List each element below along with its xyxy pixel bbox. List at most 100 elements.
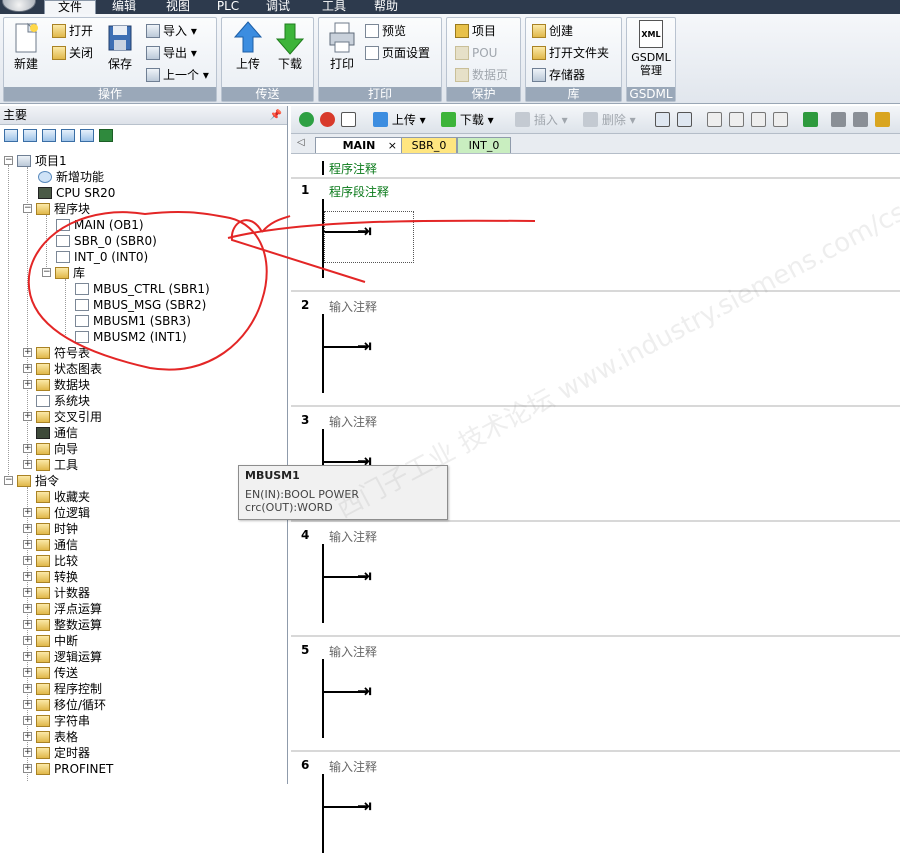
tree-data-block[interactable]: + 数据块 [23,377,90,393]
program-comment[interactable]: 程序注释 [329,160,377,177]
menu-plc[interactable]: PLC [208,0,248,14]
tree-instruction-item[interactable]: + 通信 [23,537,78,553]
tree-new-features[interactable]: 新增功能 [38,169,104,185]
open-button[interactable]: 打开 [52,22,93,40]
import-button[interactable]: 导入 ▾ [146,22,197,40]
close-button[interactable]: 关闭 [52,44,93,62]
new-button[interactable]: 新建 [10,20,42,71]
network-comment[interactable]: 输入注释 [329,298,377,315]
menu-debug[interactable]: 调试 [254,0,302,14]
view-icon-6[interactable] [99,129,113,142]
tree-instruction-item[interactable]: + 字符串 [23,713,90,729]
tree-sbr0[interactable]: SBR_0 (SBR0) [56,233,157,249]
tree-instruction-item[interactable]: + PROFINET [23,761,113,777]
collapse-icon[interactable]: − [42,268,51,277]
network-comment[interactable]: 程序段注释 [329,183,389,200]
network-comment[interactable]: 输入注释 [329,758,377,775]
protect-data-page-button[interactable]: 数据页 [455,66,508,84]
tree-instruction-item[interactable]: + 表格 [23,729,78,745]
tree-wizard[interactable]: + 向导 [23,441,78,457]
output-arrow-icon[interactable]: ⇥ [357,338,372,356]
toolbar-download-button[interactable]: 下载 ▾ [441,112,494,128]
expand-icon[interactable]: + [23,764,32,773]
expand-icon[interactable]: + [23,444,32,453]
upload-button[interactable]: 上传 [230,20,266,71]
pin-icon[interactable]: 📌 [270,106,282,125]
expand-icon[interactable]: + [23,508,32,517]
tree-instruction-item[interactable]: + 时钟 [23,521,78,537]
tab-main[interactable]: MAIN × [315,137,403,153]
tab-scroll-left-icon[interactable]: ◁ [297,137,305,148]
tree-instruction-item[interactable]: + 浮点运算 [23,601,102,617]
tab-sbr0[interactable]: SBR_0 [401,137,457,153]
tree-program-block[interactable]: − 程序块 [23,201,90,217]
download-button[interactable]: 下载 [272,20,308,71]
collapse-icon[interactable]: − [23,204,32,213]
tree-library[interactable]: − 库 [42,265,85,281]
tree-int0[interactable]: INT_0 (INT0) [56,249,148,265]
expand-icon[interactable]: + [23,700,32,709]
toolbar-upload-button[interactable]: 上传 ▾ [373,112,426,128]
tree-instruction-item[interactable]: + 计数器 [23,585,90,601]
view-icon-2[interactable] [23,129,37,142]
tree-main[interactable]: MAIN (OB1) [56,217,144,233]
toolbar-delete-button[interactable]: 删除 ▾ [583,112,636,128]
tree-tools[interactable]: + 工具 [23,457,78,473]
preview-button[interactable]: 预览 [365,22,406,40]
view-icon-3[interactable] [42,129,56,142]
box-button[interactable] [751,112,766,128]
view-icon-5[interactable] [80,129,94,142]
tree-instruction-item[interactable]: + 比较 [23,553,78,569]
tree-cross-reference[interactable]: + 交叉引用 [23,409,102,425]
protect-project-button[interactable]: 项目 [455,22,496,40]
expand-icon[interactable]: + [23,716,32,725]
gsdml-manage-button[interactable]: XML GSDML 管理 [629,20,673,77]
network-comment[interactable]: 输入注释 [329,528,377,545]
expand-icon[interactable]: + [23,620,32,629]
network-icon-button-2[interactable] [677,112,692,128]
tree-instruction-item[interactable]: + 移位/循环 [23,697,106,713]
expand-icon[interactable]: + [23,460,32,469]
go-button[interactable] [803,112,818,128]
tab-int0[interactable]: INT_0 [457,137,511,153]
page-setup-button[interactable]: 页面设置 [365,44,430,62]
tree-project[interactable]: − 项目1 [4,153,67,169]
output-arrow-icon[interactable]: ⇥ [357,568,372,586]
protect-pou-button[interactable]: POU [455,44,497,62]
collapse-icon[interactable]: − [4,476,13,485]
expand-icon[interactable]: + [23,412,32,421]
contact-button[interactable] [707,112,722,128]
tab-close-icon[interactable]: × [388,138,397,153]
run-button[interactable] [299,112,314,128]
lock-button-2[interactable] [853,112,868,128]
expand-icon[interactable]: + [23,524,32,533]
save-button[interactable]: 保存 [104,20,136,71]
tree-lib-item[interactable]: MBUSM2 (INT1) [75,329,187,345]
expand-icon[interactable]: + [23,604,32,613]
network-comment[interactable]: 输入注释 [329,413,377,430]
tree-communication[interactable]: 通信 [36,425,78,441]
output-arrow-icon[interactable]: ⇥ [357,683,372,701]
tree-cpu[interactable]: CPU SR20 [38,185,115,201]
expand-icon[interactable]: + [23,652,32,661]
expand-icon[interactable]: + [23,588,32,597]
tree-instruction-item[interactable]: + 逻辑运算 [23,649,102,665]
tree-lib-item[interactable]: MBUS_MSG (SBR2) [75,297,206,313]
output-arrow-icon[interactable]: ⇥ [357,798,372,816]
menu-view[interactable]: 视图 [152,0,204,14]
tree-instructions[interactable]: − 指令 [4,473,59,489]
library-memory-button[interactable]: 存储器 [532,66,585,84]
expand-icon[interactable]: + [23,572,32,581]
tree-instruction-item[interactable]: + 转换 [23,569,78,585]
tree-instruction-item[interactable]: + 程序控制 [23,681,102,697]
menu-help[interactable]: 帮助 [364,0,408,14]
collapse-icon[interactable]: − [4,156,13,165]
tree-instruction-item[interactable]: + 中断 [23,633,78,649]
view-icon-4[interactable] [61,129,75,142]
compile-button[interactable] [341,112,356,128]
tree-instruction-item[interactable]: 收藏夹 [36,489,90,505]
tree-instruction-item[interactable]: + 定时器 [23,745,90,761]
menu-file[interactable]: 文件 [44,0,96,14]
previous-button[interactable]: 上一个 ▾ [146,66,209,84]
export-button[interactable]: 导出 ▾ [146,44,197,62]
